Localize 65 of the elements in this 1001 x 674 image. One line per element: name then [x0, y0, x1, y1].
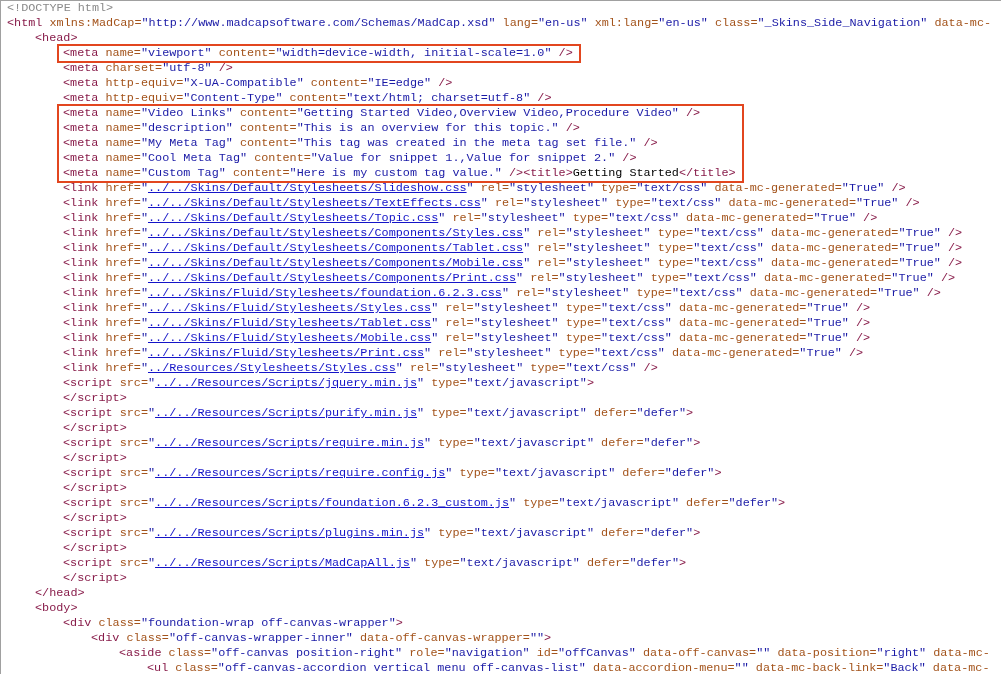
- code-line: <meta charset="utf-8" />: [63, 61, 233, 76]
- file-link[interactable]: ../../Skins/Fluid/Stylesheets/foundation.6.2.3.css: [148, 286, 502, 300]
- code-line: <link href="../../Skins/Default/Stylesheets/Slideshow.css" rel="stylesheet" type="text/css" data-mc-generated="True" />: [63, 181, 906, 196]
- file-link[interactable]: ../../Skins/Fluid/Stylesheets/Styles.css: [148, 301, 432, 315]
- code-line: </head>: [35, 586, 85, 601]
- file-link[interactable]: ../../Resources/Scripts/purify.min.js: [155, 406, 417, 420]
- code-line: <meta name="Video Links" content="Getting Started Video,Overview Video,Procedure Video" />: [63, 106, 701, 121]
- code-line: <meta name="viewport" content="width=device-width, initial-scale=1.0" />: [63, 46, 573, 61]
- code-line: </script>: [63, 541, 127, 556]
- code-line: <link href="../../Skins/Default/Stylesheets/TextEffects.css" rel="stylesheet" type="text/css" data-mc-generated="True" />: [63, 196, 920, 211]
- file-link[interactable]: ../../Resources/Scripts/jquery.min.js: [155, 376, 417, 390]
- code-line: <html xmlns:MadCap="http://www.madcapsoftware.com/Schemas/MadCap.xsd" lang="en-us" xml:lang="en-us" class="_Skins_Side_Navigation" data-mc-: [7, 16, 992, 31]
- file-link[interactable]: ../../Skins/Fluid/Stylesheets/Print.css: [148, 346, 425, 360]
- file-link[interactable]: ../../Skins/Default/Stylesheets/TextEffects.css: [148, 196, 481, 210]
- file-link[interactable]: ../../Skins/Default/Stylesheets/Components/Styles.css: [148, 226, 524, 240]
- file-link[interactable]: ../../Skins/Fluid/Stylesheets/Mobile.css: [148, 331, 432, 345]
- file-link[interactable]: ../../Resources/Scripts/MadCapAll.js: [155, 556, 410, 570]
- code-line: <script src="../../Resources/Scripts/jquery.min.js" type="text/javascript">: [63, 376, 595, 391]
- code-line: </script>: [63, 511, 127, 526]
- file-link[interactable]: ../../Resources/Scripts/plugins.min.js: [155, 526, 425, 540]
- file-link[interactable]: ../../Skins/Default/Stylesheets/Components/Tablet.css: [148, 241, 524, 255]
- code-line: <script src="../../Resources/Scripts/MadCapAll.js" type="text/javascript" defer="defer">: [63, 556, 687, 571]
- code-line: <body>: [35, 601, 78, 616]
- code-line: <link href="../../Skins/Default/Stylesheets/Components/Print.css" rel="stylesheet" type="text/css" data-mc-generated="True" />: [63, 271, 956, 286]
- code-line: </script>: [63, 571, 127, 586]
- file-link[interactable]: ../../Skins/Fluid/Stylesheets/Tablet.css: [148, 316, 432, 330]
- code-line: <head>: [35, 31, 78, 46]
- code-line: <aside class="off-canvas position-right" role="navigation" id="offCanvas" data-off-canvas="" data-position="right" data-mc-: [119, 646, 990, 661]
- file-link[interactable]: ../../Skins/Default/Stylesheets/Topic.css: [148, 211, 439, 225]
- file-link[interactable]: ../../Skins/Default/Stylesheets/Slideshow.css: [148, 181, 467, 195]
- code-line: <link href="../../Skins/Default/Stylesheets/Components/Styles.css" rel="stylesheet" type="text/css" data-mc-generated="True" />: [63, 226, 963, 241]
- code-line: <link href="../../Skins/Default/Stylesheets/Topic.css" rel="stylesheet" type="text/css" data-mc-generated="True" />: [63, 211, 878, 226]
- file-link[interactable]: ../../Resources/Scripts/require.min.js: [155, 436, 425, 450]
- code-line: <link href="../../Skins/Fluid/Stylesheets/Tablet.css" rel="stylesheet" type="text/css" data-mc-generated="True" />: [63, 316, 871, 331]
- code-line: </script>: [63, 421, 127, 436]
- code-line: </script>: [63, 451, 127, 466]
- code-line: <link href="../../Skins/Fluid/Stylesheets/Mobile.css" rel="stylesheet" type="text/css" data-mc-generated="True" />: [63, 331, 871, 346]
- code-line: </script>: [63, 481, 127, 496]
- code-line: <meta name="description" content="This is an overview for this topic." />: [63, 121, 580, 136]
- code-line: <!DOCTYPE html>: [7, 1, 114, 16]
- code-line: </script>: [63, 391, 127, 406]
- code-line: <script src="../../Resources/Scripts/plugins.min.js" type="text/javascript" defer="defer">: [63, 526, 701, 541]
- file-link[interactable]: ../../Skins/Default/Stylesheets/Components/Print.css: [148, 271, 517, 285]
- file-link[interactable]: ../../Resources/Scripts/foundation.6.2.3_custom.js: [155, 496, 510, 510]
- file-link[interactable]: ../../Resources/Scripts/require.config.js: [155, 466, 446, 480]
- code-line: <link href="../../Skins/Default/Stylesheets/Components/Mobile.css" rel="stylesheet" type="text/css" data-mc-generated="True" />: [63, 256, 963, 271]
- code-line: <meta http-equiv="X-UA-Compatible" content="IE=edge" />: [63, 76, 453, 91]
- file-link[interactable]: ../Resources/Stylesheets/Styles.css: [148, 361, 396, 375]
- code-line: <ul class="off-canvas-accordion vertical menu off-canvas-list" data-accordion-menu="" data-mc-back-link="Back" data-mc-: [147, 661, 990, 674]
- code-line: <script src="../../Resources/Scripts/require.config.js" type="text/javascript" defer="defer">: [63, 466, 722, 481]
- code-line: <link href="../../Skins/Fluid/Stylesheets/foundation.6.2.3.css" rel="stylesheet" type="text/css" data-mc-generated="True" />: [63, 286, 941, 301]
- code-line: <link href="../../Skins/Fluid/Stylesheets/Styles.css" rel="stylesheet" type="text/css" data-mc-generated="True" />: [63, 301, 871, 316]
- code-line: <link href="../../Skins/Fluid/Stylesheets/Print.css" rel="stylesheet" type="text/css" data-mc-generated="True" />: [63, 346, 864, 361]
- code-line: <link href="../../Skins/Default/Stylesheets/Components/Tablet.css" rel="stylesheet" type="text/css" data-mc-generated="True" />: [63, 241, 963, 256]
- code-line: <meta name="Cool Meta Tag" content="Value for snippet 1.,Value for snippet 2." />: [63, 151, 637, 166]
- file-link[interactable]: ../../Skins/Default/Stylesheets/Components/Mobile.css: [148, 256, 524, 270]
- code-line: <meta name="Custom Tag" content="Here is my custom tag value." /><title>Getting Started</title>: [63, 166, 736, 181]
- code-line: <div class="foundation-wrap off-canvas-wrapper">: [63, 616, 403, 631]
- code-line: <script src="../../Resources/Scripts/foundation.6.2.3_custom.js" type="text/javascript" defer="defer">: [63, 496, 786, 511]
- code-line: <script src="../../Resources/Scripts/require.min.js" type="text/javascript" defer="defer">: [63, 436, 701, 451]
- code-line: <meta http-equiv="Content-Type" content="text/html; charset=utf-8" />: [63, 91, 552, 106]
- code-line: <link href="../Resources/Stylesheets/Styles.css" rel="stylesheet" type="text/css" />: [63, 361, 658, 376]
- code-line: <meta name="My Meta Tag" content="This tag was created in the meta tag set file." />: [63, 136, 658, 151]
- code-line: <script src="../../Resources/Scripts/purify.min.js" type="text/javascript" defer="defer">: [63, 406, 694, 421]
- code-line: <div class="off-canvas-wrapper-inner" data-off-canvas-wrapper="">: [91, 631, 552, 646]
